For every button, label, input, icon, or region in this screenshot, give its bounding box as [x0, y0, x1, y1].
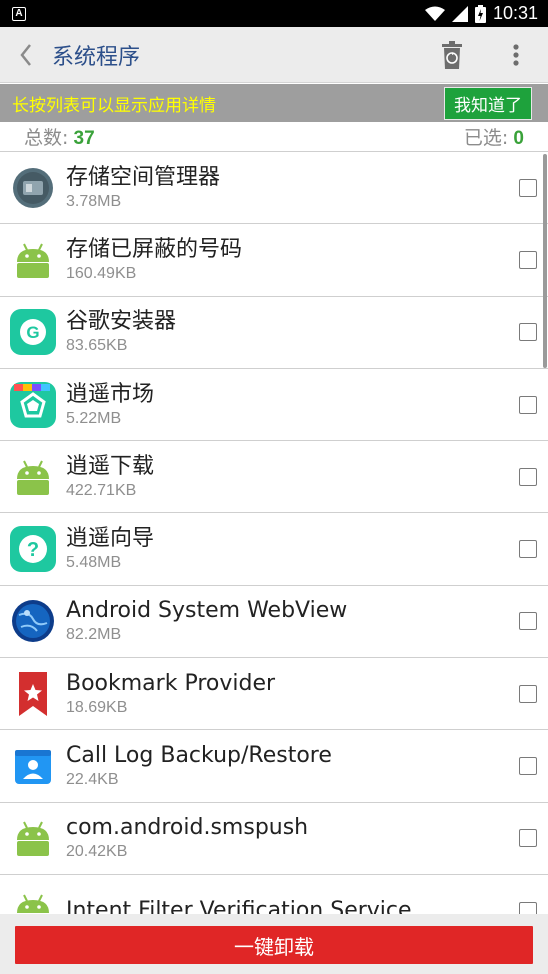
clock-time: 10:31	[492, 3, 538, 23]
app-list[interactable]: 存储空间管理器 3.78MB 存储已屏蔽的号码 160.49KB G 谷歌安装器 83…	[0, 152, 548, 914]
list-item[interactable]: 逍遥下载 422.71KB	[0, 441, 548, 514]
app-checkbox[interactable]	[519, 612, 537, 631]
app-checkbox[interactable]	[519, 829, 537, 848]
notification-a-icon: A	[12, 6, 26, 21]
toolbar: 系统程序	[0, 27, 548, 83]
wifi-icon	[424, 6, 445, 21]
got-it-button[interactable]: 我知道了	[444, 86, 532, 120]
signal-icon	[451, 5, 468, 22]
recycle-bin-icon	[442, 40, 462, 69]
total-count-value: 37	[73, 128, 95, 149]
list-item[interactable]: ? 逍遥向导 5.48MB	[0, 513, 548, 586]
android-icon	[17, 821, 49, 857]
selected-count-label: 已选:	[463, 127, 509, 149]
contacts-icon	[15, 750, 51, 785]
hint-text: 长按列表可以显示应用详情	[12, 95, 216, 116]
app-checkbox[interactable]	[519, 901, 537, 914]
battery-icon	[474, 4, 486, 23]
app-name: 逍遥向导	[66, 526, 155, 552]
list-item[interactable]: G 谷歌安装器 83.65KB	[0, 297, 548, 369]
list-item[interactable]: Intent Filter Verification Service	[0, 875, 548, 914]
more-vert-icon	[513, 43, 519, 66]
total-count-label: 总数:	[24, 127, 69, 149]
app-name: Bookmark Provider	[66, 670, 276, 696]
app-name: Call Log Backup/Restore	[66, 743, 332, 769]
app-checkbox[interactable]	[519, 540, 537, 559]
chevron-left-icon	[20, 43, 31, 66]
list-item[interactable]: Android System WebView 82.2MB	[0, 586, 548, 659]
globe-icon	[12, 600, 54, 643]
recycle-bin-button[interactable]	[420, 27, 484, 83]
app-name: 存储已屏蔽的号码	[66, 236, 243, 262]
app-size: 83.65KB	[66, 337, 128, 355]
app-checkbox[interactable]	[519, 178, 537, 197]
app-size: 160.49KB	[66, 264, 137, 282]
list-item[interactable]: Bookmark Provider 18.69KB	[0, 658, 548, 731]
selected-count-value: 0	[513, 128, 524, 149]
svg-text:G: G	[26, 323, 39, 342]
list-item[interactable]: Call Log Backup/Restore 22.4KB	[0, 730, 548, 803]
status-bar: A 10:31	[0, 0, 548, 27]
app-name: Intent Filter Verification Service	[66, 897, 412, 914]
bottom-bar: 一键卸载	[0, 914, 548, 974]
list-item[interactable]: com.android.smspush 20.42KB	[0, 803, 548, 875]
app-size: 22.4KB	[66, 771, 119, 789]
android-icon	[17, 460, 49, 495]
app-size: 82.2MB	[66, 626, 122, 644]
back-button[interactable]	[0, 27, 52, 83]
app-size: 5.48MB	[66, 554, 122, 572]
more-options-button[interactable]	[484, 27, 548, 83]
storage-manager-icon	[13, 167, 53, 208]
app-checkbox[interactable]	[519, 684, 537, 703]
app-name: 谷歌安装器	[66, 309, 177, 335]
app-checkbox[interactable]	[519, 395, 537, 414]
count-bar: 总数: 37 已选: 0	[0, 122, 548, 152]
app-size: 20.42KB	[66, 843, 128, 861]
android-icon	[17, 243, 49, 278]
app-checkbox[interactable]	[519, 757, 537, 776]
app-checkbox[interactable]	[519, 323, 537, 342]
list-item[interactable]: 存储已屏蔽的号码 160.49KB	[0, 224, 548, 297]
app-size: 422.71KB	[66, 481, 137, 499]
list-scrollbar[interactable]	[543, 154, 547, 368]
list-item[interactable]: 逍遥市场 5.22MB	[0, 369, 548, 442]
xiaoyao-guide-icon: ?	[10, 526, 56, 573]
svg-text:?: ?	[27, 539, 39, 561]
app-checkbox[interactable]	[519, 250, 537, 269]
app-name: 逍遥下载	[66, 453, 155, 479]
app-name: Android System WebView	[66, 598, 348, 624]
page-title: 系统程序	[52, 44, 141, 70]
android-icon	[17, 894, 49, 914]
app-size: 3.78MB	[66, 192, 122, 210]
hint-banner: 长按列表可以显示应用详情 我知道了	[0, 84, 548, 122]
bookmark-icon	[19, 671, 47, 716]
app-name: 存储空间管理器	[66, 164, 221, 190]
xiaoyao-market-icon	[10, 381, 56, 428]
app-checkbox[interactable]	[519, 467, 537, 486]
total-count: 总数: 37	[24, 123, 95, 150]
list-item[interactable]: 存储空间管理器 3.78MB	[0, 152, 548, 225]
selected-count: 已选: 0	[464, 123, 524, 150]
app-name: 逍遥市场	[66, 381, 155, 407]
google-installer-icon: G	[10, 309, 56, 356]
app-size: 18.69KB	[66, 698, 128, 716]
app-size: 5.22MB	[66, 409, 122, 427]
app-name: com.android.smspush	[66, 815, 309, 841]
one-click-uninstall-button[interactable]: 一键卸载	[15, 926, 533, 964]
